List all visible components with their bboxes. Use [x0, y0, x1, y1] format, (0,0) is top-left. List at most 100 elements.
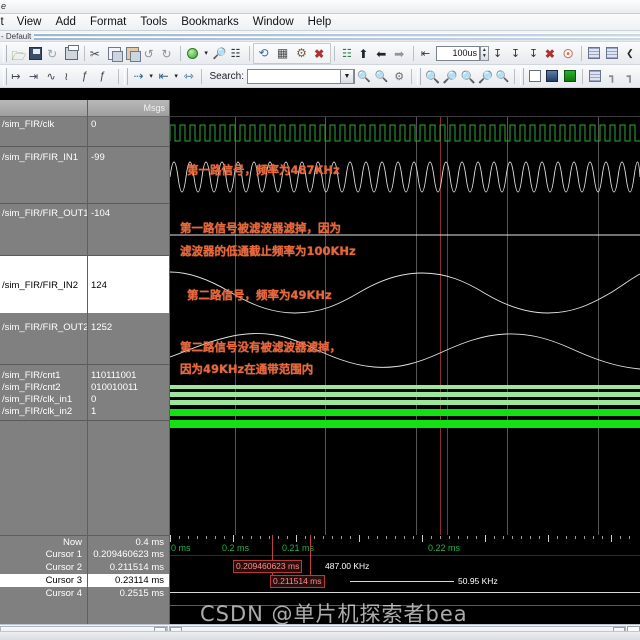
menu-item-window[interactable]: Window	[246, 14, 301, 30]
run-icon[interactable]	[184, 44, 202, 63]
ruler-tick	[197, 536, 198, 539]
time-ruler[interactable]: 0 ms 0.2 ms 0.21 ms 0.22 ms	[170, 535, 640, 556]
cursor-label-cursor-2[interactable]: Cursor 2	[0, 561, 87, 574]
run-continue-icon[interactable]: ↧	[507, 44, 525, 63]
search-dropdown-icon[interactable]: ▼	[339, 68, 354, 84]
cursor-names-pane[interactable]: Now Cursor 1 Cursor 2 Cursor 3 Cursor 4	[0, 535, 88, 624]
compile-all-icon[interactable]: ▦	[273, 44, 292, 63]
toolbar-grip[interactable]	[3, 67, 7, 85]
new-wave-icon[interactable]	[585, 44, 603, 63]
toolbar-grip[interactable]	[520, 67, 524, 85]
run-length-icon[interactable]: ⇤	[417, 44, 435, 63]
search-options-icon[interactable]: ⚙	[390, 67, 408, 86]
signal-name-clk-in1[interactable]: /sim_FIR/clk_in1	[0, 394, 87, 405]
search-input[interactable]	[247, 69, 340, 83]
find-prev-icon[interactable]: 🔍	[355, 67, 373, 86]
paste-icon[interactable]	[123, 44, 141, 63]
collapse-net-dropdown-icon[interactable]: ▾	[172, 67, 179, 86]
wave-format-digital-icon[interactable]	[561, 67, 579, 86]
zoom-full-icon[interactable]: 🔍	[458, 67, 476, 86]
search-box[interactable]: ▼	[246, 68, 355, 84]
undo-icon[interactable]: ↺	[141, 44, 159, 63]
toolbar-grip[interactable]	[3, 44, 7, 62]
wave-edit-stretch-icon[interactable]: ƒ	[80, 67, 98, 86]
copy-icon[interactable]	[105, 44, 123, 63]
busy-bar-clk-in1	[170, 409, 640, 416]
zoom-range-field[interactable]: 100us	[436, 45, 481, 61]
toolbar-overflow-icon[interactable]: ❮	[621, 44, 639, 63]
dock-window-icon[interactable]: ☷	[338, 44, 356, 63]
move-up-icon[interactable]: ⬆	[356, 44, 374, 63]
run-step-icon[interactable]: ↧	[489, 44, 507, 63]
save-icon[interactable]	[27, 44, 45, 63]
expand-both-icon[interactable]: ⇿	[180, 67, 198, 86]
cursor-left-icon[interactable]: ┓	[604, 67, 622, 86]
expand-net-icon[interactable]: ⇢	[130, 67, 148, 86]
zoom-in-icon[interactable]: 🔍	[423, 67, 441, 86]
wave-format-analog-icon[interactable]	[544, 67, 562, 86]
wave-list-icon[interactable]: ☷	[228, 44, 246, 63]
find-next-icon[interactable]: 🔍	[373, 67, 391, 86]
wave-edit-invert-icon[interactable]: ∿	[44, 67, 62, 86]
menu-item-view[interactable]: View	[10, 14, 49, 30]
wave-format-literal-icon[interactable]	[526, 67, 544, 86]
signal-name-fir-in1[interactable]: /sim_FIR/FIR_IN1	[0, 152, 87, 163]
signal-names-pane[interactable]: /sim_FIR/clk /sim_FIR/FIR_IN1 /sim_FIR/F…	[0, 100, 88, 535]
move-left-icon[interactable]: ⬅	[374, 44, 392, 63]
cursor-waveform-pane[interactable]: 0 ms 0.2 ms 0.21 ms 0.22 ms 0.209460623 …	[170, 535, 640, 624]
row-divider	[0, 420, 87, 421]
move-right-icon[interactable]: ➡	[392, 44, 410, 63]
menu-item-add[interactable]: Add	[48, 14, 82, 30]
find-icon[interactable]: 🔎	[210, 44, 228, 63]
wave-edit-clock-icon[interactable]: ƒ	[97, 67, 115, 86]
waveform-canvas[interactable]: 第一路信号，频率为487KHz 第一路信号被滤波器滤掉，因为 滤波器的低通截止频…	[170, 117, 640, 535]
menu-item-edit[interactable]: it	[0, 14, 10, 30]
cursor-label-cursor-1[interactable]: Cursor 1	[0, 548, 87, 561]
menu-item-bookmarks[interactable]: Bookmarks	[174, 14, 246, 30]
cursor-right-icon[interactable]: ┓	[621, 67, 639, 86]
menu-item-tools[interactable]: Tools	[133, 14, 174, 30]
signal-name-fir-out2[interactable]: /sim_FIR/FIR_OUT2	[0, 322, 87, 333]
signal-name-fir-in2[interactable]: /sim_FIR/FIR_IN2	[0, 256, 87, 313]
redo-icon[interactable]: ↻	[159, 44, 177, 63]
menu-item-help[interactable]: Help	[301, 14, 339, 30]
toolbar-grip[interactable]	[123, 67, 128, 85]
signal-name-cnt2[interactable]: /sim_FIR/cnt2	[0, 382, 87, 393]
wave-edit-mirror-icon[interactable]: ≀	[62, 67, 80, 86]
zoom-out-icon[interactable]: 🔎	[440, 67, 458, 86]
restart-sim-icon[interactable]: ☉	[560, 44, 578, 63]
simulate-icon[interactable]: ⚙	[292, 44, 311, 63]
reload-icon[interactable]: ↻	[45, 44, 63, 63]
expand-net-dropdown-icon[interactable]: ▾	[147, 67, 154, 86]
stop-icon[interactable]: ✖	[542, 44, 560, 63]
cursor-marker-2[interactable]: 0.211514 ms	[270, 575, 325, 588]
wave-edit-insert-icon[interactable]: ↦	[9, 67, 27, 86]
cursor-label-now[interactable]: Now	[0, 535, 87, 548]
signal-name-clk-in2[interactable]: /sim_FIR/clk_in2	[0, 406, 87, 417]
cut-icon[interactable]: ✂	[87, 44, 105, 63]
cursor-label-cursor-4[interactable]: Cursor 4	[0, 587, 87, 600]
grid-options-icon[interactable]	[586, 67, 604, 86]
zoom-cursor-icon[interactable]: 🔎	[476, 67, 494, 86]
print-icon[interactable]	[63, 44, 81, 63]
open-icon[interactable]: 🗁	[9, 44, 27, 63]
signal-name-fir-out1[interactable]: /sim_FIR/FIR_OUT1	[0, 208, 87, 219]
zoom-last-icon[interactable]: 🔍	[493, 67, 511, 86]
zoom-range-spinner[interactable]: ▲ ▼	[480, 45, 489, 61]
new-list-icon[interactable]	[603, 44, 621, 63]
signal-name-cnt1[interactable]: /sim_FIR/cnt1	[0, 370, 87, 381]
collapse-net-icon[interactable]: ⇤	[155, 67, 173, 86]
menu-item-format[interactable]: Format	[83, 14, 133, 30]
cursor-label-cursor-3[interactable]: Cursor 3	[0, 574, 87, 587]
break-icon[interactable]: ✖	[311, 44, 330, 63]
waveform-pane[interactable]: 第一路信号，频率为487KHz 第一路信号被滤波器滤掉，因为 滤波器的低通截止频…	[170, 100, 640, 535]
run-all-icon[interactable]: ↧	[524, 44, 542, 63]
signal-values-pane[interactable]: Msgs 0 -99 -104 124 1252 110111001 01001…	[88, 100, 170, 535]
restart-icon[interactable]: ⟲	[254, 44, 273, 63]
signal-name-clk[interactable]: /sim_FIR/clk	[0, 119, 87, 130]
cursor-marker-1[interactable]: 0.209460623 ms	[233, 560, 303, 573]
wave-edit-append-icon[interactable]: ⇥	[27, 67, 45, 86]
cursor-values-pane[interactable]: 0.4 ms 0.209460623 ms 0.211514 ms 0.2311…	[88, 535, 170, 624]
toolbar-grip[interactable]	[416, 67, 421, 85]
run-dropdown-icon[interactable]: ▾	[202, 44, 210, 63]
